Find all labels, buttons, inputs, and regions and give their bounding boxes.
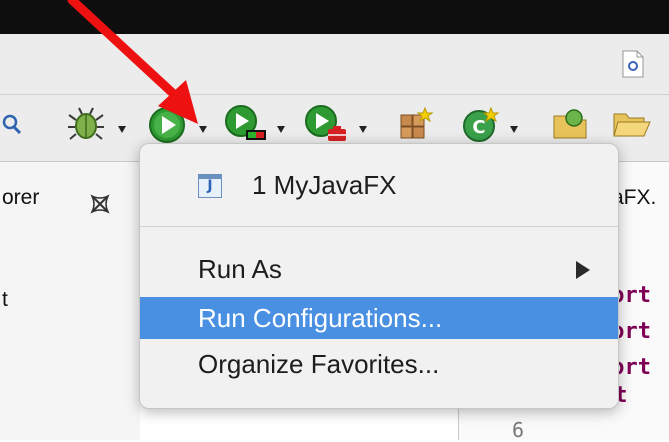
- annotation-arrow-icon: [67, 0, 198, 124]
